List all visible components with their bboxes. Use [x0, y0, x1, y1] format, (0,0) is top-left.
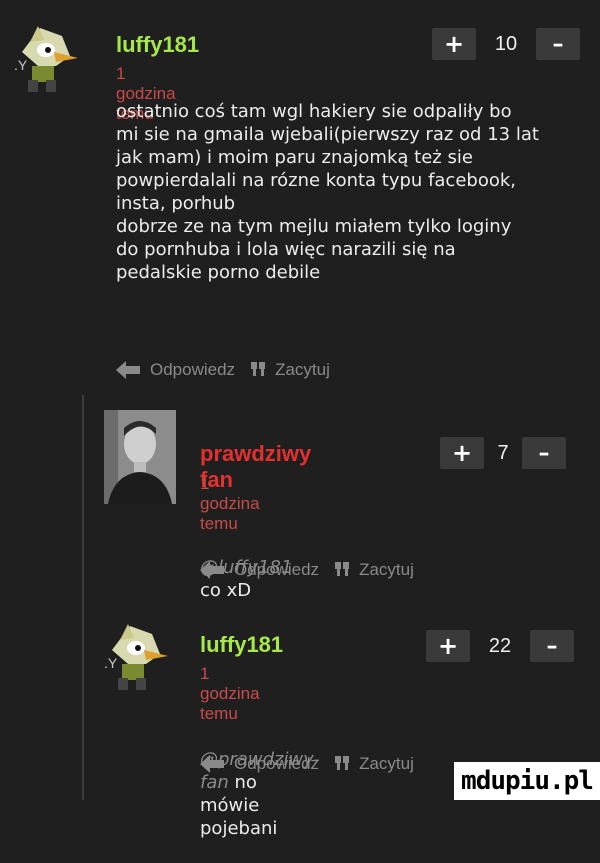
plus-icon: +: [437, 632, 459, 660]
quote-label: Zacytuj: [359, 560, 414, 579]
reply-thread-line: [82, 395, 84, 800]
vote-count: 10: [494, 32, 518, 55]
avatar[interactable]: .Y: [10, 22, 80, 94]
reply-button[interactable]: Odpowiedz: [200, 754, 319, 774]
quote-label: Zacytuj: [275, 360, 330, 379]
comment-author[interactable]: luffy181: [200, 632, 283, 658]
comment-author[interactable]: luffy181: [116, 32, 199, 58]
vote-count: 22: [488, 634, 512, 657]
svg-text:.Y: .Y: [14, 57, 28, 73]
comment-text: @prawdziwy-fan no mówie pojebani: [200, 702, 320, 863]
avatar[interactable]: [104, 410, 176, 504]
quote-label: Zacytuj: [359, 754, 414, 773]
quote-icon: [335, 756, 350, 770]
avatar[interactable]: .Y: [100, 620, 170, 692]
reply-label: Odpowiedz: [234, 560, 320, 579]
quote-icon: [251, 362, 266, 376]
bird-character-avatar-icon: .Y: [14, 26, 78, 92]
reply-button[interactable]: Odpowiedz: [200, 560, 319, 580]
reply-arrow-icon: [200, 755, 224, 773]
reply-arrow-icon: [116, 361, 140, 379]
comment-actions: Odpowiedz Zacytuj: [200, 754, 414, 774]
quote-button[interactable]: Zacytuj: [335, 560, 414, 580]
svg-text:.Y: .Y: [104, 655, 118, 671]
comment-actions: Odpowiedz Zacytuj: [200, 560, 414, 580]
reply-label: Odpowiedz: [150, 360, 236, 379]
upvote-button[interactable]: +: [432, 28, 476, 60]
downvote-button[interactable]: –: [522, 437, 566, 469]
quote-button[interactable]: Zacytuj: [335, 754, 414, 774]
quote-button[interactable]: Zacytuj: [251, 360, 330, 380]
vote-widget: + 22 –: [426, 630, 574, 662]
plus-icon: +: [451, 439, 473, 467]
vote-count: 7: [497, 441, 509, 464]
bird-character-avatar-icon: .Y: [104, 624, 168, 690]
watermark-logo: mdupiu.pl: [454, 762, 600, 800]
minus-icon: –: [546, 633, 558, 659]
plus-icon: +: [443, 30, 465, 58]
vote-widget: + 7 –: [440, 437, 566, 469]
comment-actions: Odpowiedz Zacytuj: [116, 360, 330, 380]
minus-icon: –: [538, 440, 550, 466]
upvote-button[interactable]: +: [440, 437, 484, 469]
reply-arrow-icon: [200, 561, 224, 579]
upvote-button[interactable]: +: [426, 630, 470, 662]
man-portrait-avatar-icon: [104, 410, 176, 504]
downvote-button[interactable]: –: [530, 630, 574, 662]
reply-label: Odpowiedz: [234, 754, 320, 773]
quote-icon: [335, 562, 350, 576]
minus-icon: –: [552, 31, 564, 57]
comment-text: ostatnio coś tam wgl hakiery sie odpalił…: [116, 101, 539, 283]
reply-button[interactable]: Odpowiedz: [116, 360, 235, 380]
downvote-button[interactable]: –: [536, 28, 580, 60]
vote-widget: + 10 –: [432, 28, 580, 60]
